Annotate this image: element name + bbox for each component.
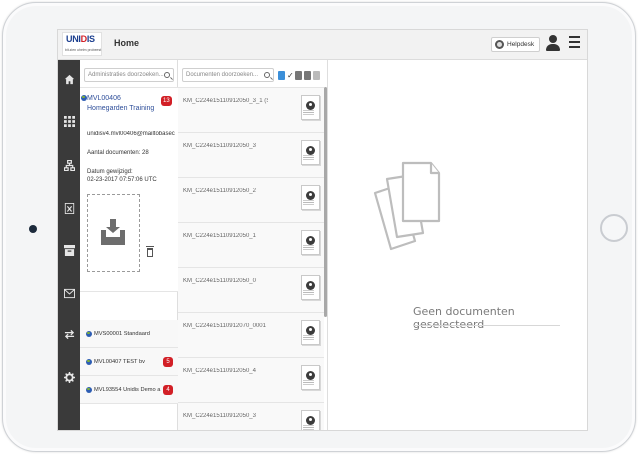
selected-administration[interactable]: MVL00406 13 Homegarden Training unidisv4… bbox=[80, 87, 178, 292]
document-row[interactable]: KM_C224e15110912050_3_1 (Sa... bbox=[178, 88, 324, 133]
logo-tagline: bit.zien uhelm probeest bbox=[65, 48, 102, 52]
administration-item-label: MVS00001 Standaard bbox=[94, 331, 150, 337]
document-row[interactable]: KM_C224e15110912050_1 bbox=[178, 223, 324, 268]
documents-stack-icon bbox=[373, 161, 441, 251]
unread-badge: 5 bbox=[163, 357, 173, 367]
excel-icon bbox=[64, 202, 74, 214]
administration-item[interactable]: MVL00407 TEST bv 5 bbox=[80, 348, 178, 376]
empty-state-message: Geen documenten geselecteerd bbox=[413, 305, 515, 331]
document-thumbnail bbox=[301, 140, 320, 165]
document-row[interactable]: KM_C224e15110912070_0001 bbox=[178, 313, 324, 358]
globe-icon bbox=[86, 359, 92, 365]
nav-transfer[interactable] bbox=[58, 319, 80, 349]
administration-name: Homegarden Training bbox=[87, 105, 155, 112]
search-icon bbox=[164, 72, 170, 78]
document-row[interactable]: KM_C224e15110912050_2 bbox=[178, 178, 324, 223]
administrations-panel: Administraties doorzoeken... MVL00406 13… bbox=[80, 60, 178, 430]
document-list-scrollbar[interactable] bbox=[324, 87, 327, 317]
nav-excel[interactable] bbox=[58, 193, 80, 223]
checkmark-icon[interactable]: ✓ bbox=[287, 71, 294, 80]
document-thumbnail bbox=[301, 275, 320, 300]
document-name: KM_C224e15110912050_1 bbox=[183, 233, 256, 239]
unidis-logo[interactable]: UNIDIS bit.zien uhelm probeest bbox=[62, 32, 102, 56]
document-preview-pane: Geen documenten geselecteerd bbox=[329, 60, 587, 430]
nav-settings[interactable] bbox=[58, 362, 80, 392]
unread-badge: 4 bbox=[163, 385, 173, 395]
date-modified-label: Datum gewijzigd: bbox=[87, 169, 133, 175]
filter-all-icon[interactable] bbox=[278, 70, 285, 80]
transfer-icon bbox=[64, 329, 74, 339]
home-button[interactable] bbox=[600, 214, 628, 242]
divider bbox=[413, 325, 560, 326]
top-bar: UNIDIS bit.zien uhelm probeest Home Help… bbox=[58, 30, 587, 60]
nav-mail[interactable] bbox=[58, 278, 80, 308]
administration-item[interactable]: MVL93554 Unidis Demo a 4 bbox=[80, 376, 178, 404]
documents-search-placeholder: Documenten doorzoeken... bbox=[186, 72, 259, 78]
envelope-icon[interactable] bbox=[295, 70, 302, 80]
upload-dropzone[interactable] bbox=[87, 194, 140, 272]
administration-email: unidisv4.mvl00406@mailtobaseco... bbox=[87, 131, 175, 137]
document-name: KM_C224e15110912050_4 bbox=[183, 368, 256, 374]
administration-code: MVL00406 bbox=[87, 95, 121, 102]
archive-filter-icon[interactable] bbox=[304, 70, 311, 80]
administration-item[interactable]: MVS00001 Standaard bbox=[80, 320, 178, 348]
document-name: KM_C224e15110912050_3_1 (Sa... bbox=[183, 98, 268, 104]
trash-icon[interactable] bbox=[146, 246, 154, 257]
helpdesk-icon bbox=[495, 40, 504, 49]
menu-icon[interactable] bbox=[569, 36, 580, 50]
archive-icon bbox=[63, 244, 75, 256]
helpdesk-button[interactable]: Helpdesk bbox=[491, 37, 541, 52]
document-thumbnail bbox=[301, 365, 320, 390]
globe-icon bbox=[86, 331, 92, 337]
home-icon bbox=[64, 74, 74, 84]
document-thumbnail bbox=[301, 230, 320, 255]
document-list: KM_C224e15110912050_3_1 (Sa... KM_C224e1… bbox=[178, 87, 324, 430]
administration-item-label: MVL00407 TEST bv bbox=[94, 359, 146, 365]
tablet-frame: UNIDIS bit.zien uhelm probeest Home Help… bbox=[2, 2, 636, 452]
network-icon bbox=[63, 159, 75, 171]
nav-network[interactable] bbox=[58, 150, 80, 180]
logo-mark: UNIDIS bbox=[66, 34, 95, 44]
document-row[interactable]: KM_C224e15110912050_3 bbox=[178, 133, 324, 178]
unread-badge: 13 bbox=[161, 96, 172, 106]
grid-icon bbox=[63, 115, 75, 127]
side-nav bbox=[58, 60, 80, 430]
search-icon bbox=[264, 72, 270, 78]
document-name: KM_C224e15110912070_0001 bbox=[183, 323, 266, 329]
administrations-search-placeholder: Administraties doorzoeken... bbox=[88, 72, 164, 78]
document-row[interactable]: KM_C224e15110912050_0 bbox=[178, 268, 324, 313]
documents-search-input[interactable]: Documenten doorzoeken... bbox=[182, 68, 274, 82]
settings-icon bbox=[63, 371, 75, 383]
document-toolbar: ✓ bbox=[278, 68, 320, 82]
mail-icon bbox=[63, 288, 75, 298]
nav-grid[interactable] bbox=[58, 106, 80, 136]
globe-icon bbox=[86, 387, 92, 393]
nav-home[interactable] bbox=[58, 64, 80, 94]
helpdesk-label: Helpdesk bbox=[507, 41, 535, 48]
document-count: Aantal documenten: 28 bbox=[87, 150, 149, 156]
administration-item-label: MVL93554 Unidis Demo a bbox=[94, 387, 161, 393]
document-row[interactable]: KM_C224e15110912050_3 bbox=[178, 403, 324, 430]
administrations-search-input[interactable]: Administraties doorzoeken... bbox=[84, 68, 174, 82]
date-modified-value: 02-23-2017 07:57:06 UTC bbox=[87, 177, 157, 183]
document-name: KM_C224e15110912050_3 bbox=[183, 413, 256, 419]
documents-panel: Documenten doorzoeken... ✓ KM_C224e15110… bbox=[178, 60, 328, 430]
document-name: KM_C224e15110912050_2 bbox=[183, 188, 256, 194]
document-thumbnail bbox=[301, 185, 320, 210]
upload-tray-icon bbox=[101, 219, 125, 245]
pencil-icon[interactable] bbox=[313, 70, 320, 80]
document-row[interactable]: KM_C224e15110912050_4 bbox=[178, 358, 324, 403]
document-thumbnail bbox=[301, 320, 320, 345]
app-screen: UNIDIS bit.zien uhelm probeest Home Help… bbox=[57, 29, 588, 431]
document-name: KM_C224e15110912050_3 bbox=[183, 143, 256, 149]
document-thumbnail bbox=[301, 95, 320, 120]
user-icon[interactable] bbox=[546, 35, 560, 53]
document-name: KM_C224e15110912050_0 bbox=[183, 278, 256, 284]
nav-archive[interactable] bbox=[58, 235, 80, 265]
page-title: Home bbox=[114, 38, 140, 48]
camera bbox=[29, 225, 37, 233]
